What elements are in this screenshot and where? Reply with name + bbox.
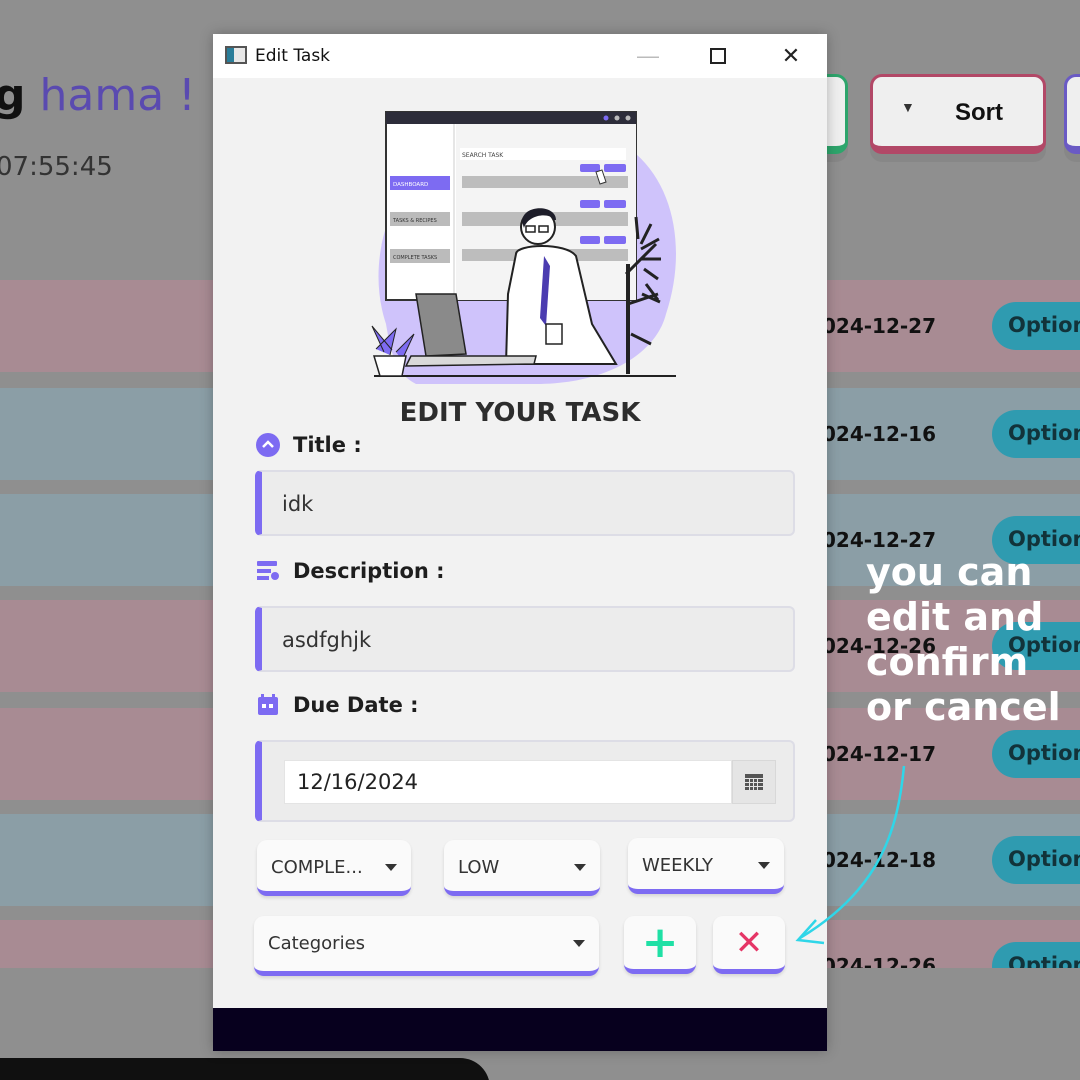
close-icon: ✕ [781,43,801,68]
dropdown-arrow-icon [573,940,585,947]
greeting-prefix: g [0,70,26,121]
greeting: g hama ! [0,70,196,121]
due-date-input[interactable]: 12/16/2024 [284,760,732,804]
illustration: SEARCH TASK DASHBOARD TASKS & RECIPES CO… [371,111,676,385]
categories-dropdown[interactable]: Categories [254,916,599,976]
priority-value: LOW [458,857,500,878]
annotation-text: you can edit and confirm or cancel [866,550,1061,730]
task-options-button[interactable]: Option [992,730,1080,778]
dropdown-arrow-icon [385,864,397,871]
window-titlebar[interactable]: Edit Task — ✕ [213,34,827,78]
dialog-footer [213,1008,827,1051]
priority-dropdown[interactable]: LOW [444,840,600,896]
edit-task-dialog: Edit Task — ✕ SEARCH TASK DASHBOARD TASK… [213,34,827,1051]
app-icon [225,46,247,64]
status-dropdown[interactable]: COMPLE... [257,840,411,896]
task-options-button[interactable]: Option [992,410,1080,458]
illustration-menu-item: DASHBOARD [393,182,428,188]
description-label-text: Description : [293,559,445,583]
greeting-name: hama ! [39,70,196,121]
extra-button[interactable] [1064,74,1080,154]
task-options-button[interactable]: Option [992,302,1080,350]
dropdown-arrow-icon [758,862,770,869]
x-icon: ✕ [734,922,764,963]
task-options-button[interactable]: Option [992,942,1080,968]
calendar-grid-icon [745,774,763,790]
plus-icon: + [641,917,679,968]
recurrence-value: WEEKLY [642,855,713,876]
title-field[interactable]: idk [255,470,795,536]
annotation-arrow-icon [795,765,906,945]
task-options-button[interactable]: Option [992,836,1080,884]
minimize-icon: — [637,43,659,68]
chevron-up-circle-icon [255,432,281,458]
annotation-line: confirm [866,640,1029,684]
close-button[interactable]: ✕ [756,34,826,78]
title-label-text: Title : [293,433,362,457]
bottom-bar [0,1058,490,1080]
task-due-date: 024-12-27 [822,314,937,338]
annotation-line: edit and [866,595,1044,639]
status-value: COMPLE... [271,857,363,878]
dropdown-arrow-icon [574,864,586,871]
calendar-icon [255,692,281,718]
date-picker-button[interactable] [732,760,776,804]
recurrence-dropdown[interactable]: WEEKLY [628,838,784,894]
maximize-button[interactable] [683,34,753,78]
due-date-container: 12/16/2024 [255,740,795,822]
illustration-menu-item: TASKS & RECIPES [392,218,437,224]
caret-down-icon: ▼ [901,99,915,115]
cancel-button[interactable]: ✕ [713,916,785,974]
task-due-date: 024-12-16 [822,422,937,446]
illustration-menu-item: COMPLETE TASKS [393,255,437,261]
clock: 07:55:45 [0,152,113,182]
annotation-line: or cancel [866,685,1061,729]
form-heading: EDIT YOUR TASK [399,398,641,428]
due-date-label-text: Due Date : [293,693,419,717]
task-due-date: 024-12-27 [822,528,937,552]
description-icon [255,558,281,584]
description-label: Description : [255,558,445,584]
annotation-line: you can [866,550,1033,594]
due-date-label: Due Date : [255,692,419,718]
minimize-button[interactable]: — [613,34,683,78]
confirm-button[interactable]: + [624,916,696,974]
sort-button-label: Sort [955,99,1003,126]
maximize-icon [710,48,726,64]
description-field[interactable]: asdfghjk [255,606,795,672]
categories-value: Categories [268,933,366,954]
sort-button[interactable]: ▼ Sort [870,74,1046,154]
window-title: Edit Task [255,46,331,66]
illustration-search-text: SEARCH TASK [462,152,504,159]
title-label: Title : [255,432,362,458]
